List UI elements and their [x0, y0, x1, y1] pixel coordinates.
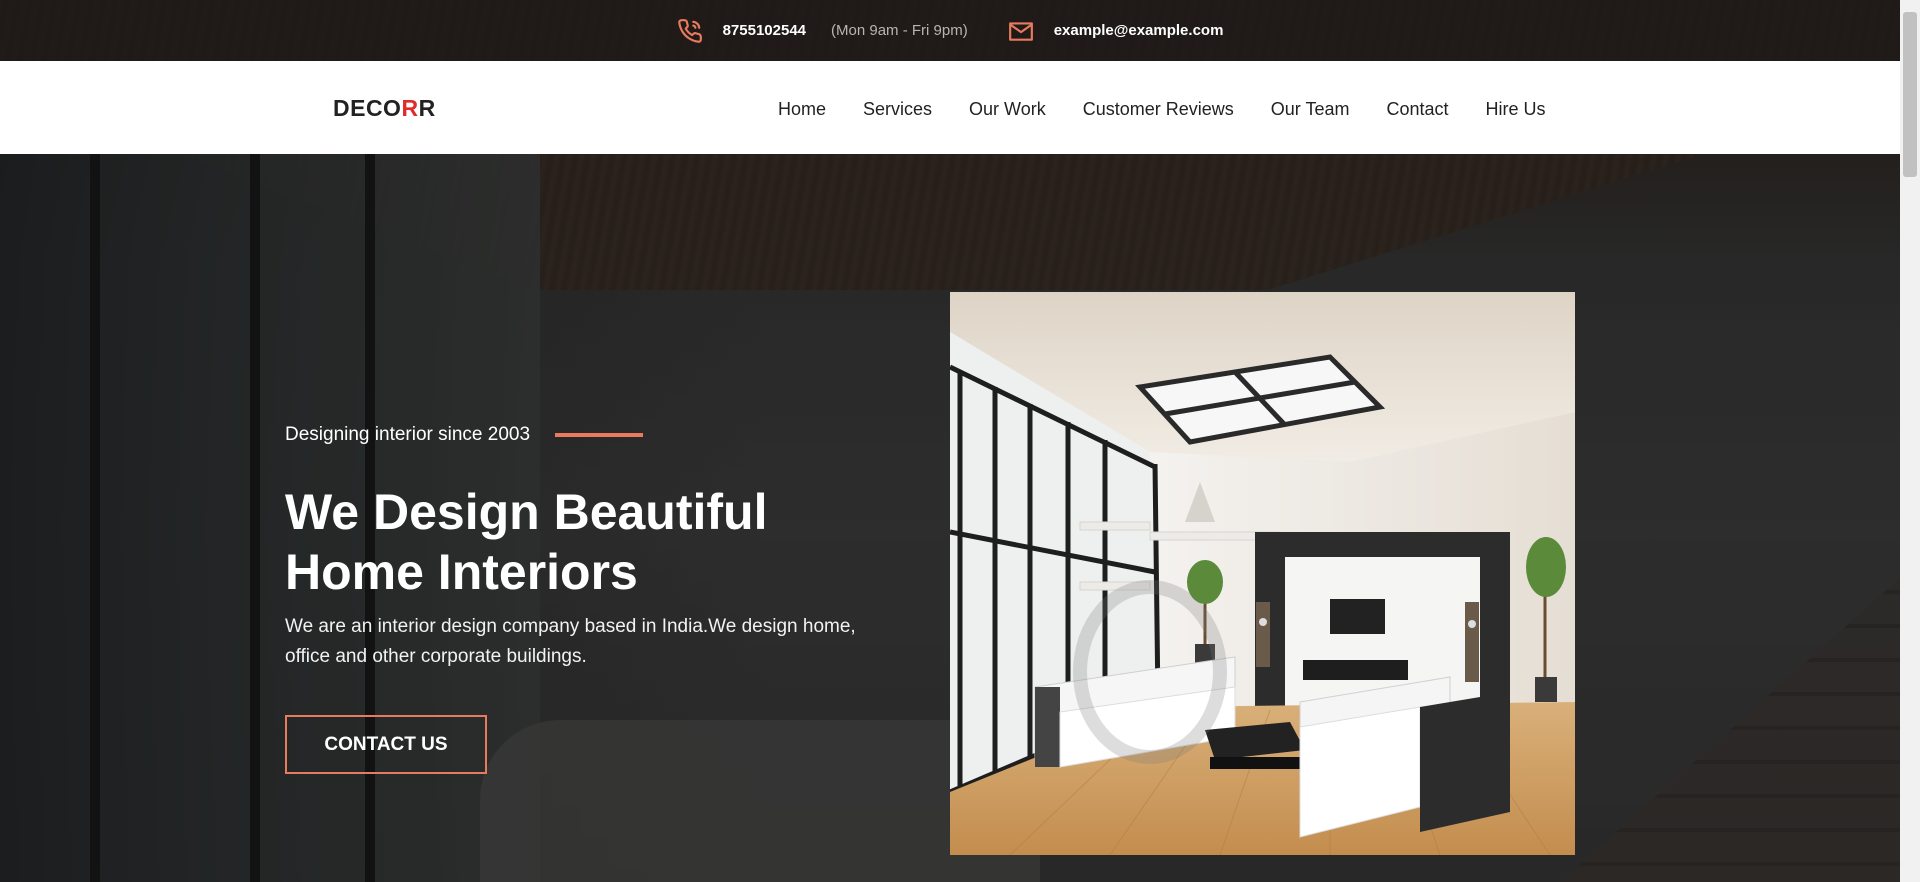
nav-link-services[interactable]: Services: [863, 99, 932, 120]
hero-room-image: [950, 292, 1575, 855]
nav-links: Home Services Our Work Customer Reviews …: [778, 99, 1546, 120]
nav-link-home[interactable]: Home: [778, 99, 826, 120]
email-group: example@example.com: [1008, 18, 1224, 44]
nav-link-our-team[interactable]: Our Team: [1271, 99, 1350, 120]
brand-suffix: R: [418, 95, 436, 121]
email-address[interactable]: example@example.com: [1054, 22, 1224, 39]
living-room-illustration: [950, 292, 1575, 855]
tagline-accent-line: [555, 433, 644, 437]
phone-icon: [677, 18, 703, 44]
nav-link-our-work[interactable]: Our Work: [969, 99, 1046, 120]
mail-icon: [1008, 18, 1034, 44]
main-navbar: DECORR Home Services Our Work Customer R…: [0, 61, 1900, 154]
hero-title: We Design Beautiful Home Interiors: [285, 484, 768, 600]
scrollbar-thumb[interactable]: [1903, 12, 1917, 177]
hero-tagline: Designing interior since 2003: [285, 424, 531, 445]
phone-number[interactable]: 8755102544: [723, 22, 806, 39]
business-hours: (Mon 9am - Fri 9pm): [831, 22, 968, 39]
brand-accent-letter: R: [401, 95, 419, 121]
nav-link-contact[interactable]: Contact: [1386, 99, 1448, 120]
brand-prefix: DECO: [333, 95, 402, 121]
page-scrollbar[interactable]: [1900, 0, 1920, 882]
hero-tagline-row: Designing interior since 2003: [285, 424, 644, 446]
brand-logo[interactable]: DECORR: [333, 95, 436, 122]
nav-link-hire-us[interactable]: Hire Us: [1486, 99, 1546, 120]
phone-group: 8755102544 (Mon 9am - Fri 9pm): [677, 18, 968, 44]
contact-topbar: 8755102544 (Mon 9am - Fri 9pm) example@e…: [0, 0, 1900, 61]
hero-description: We are an interior design company based …: [285, 616, 856, 667]
nav-link-customer-reviews[interactable]: Customer Reviews: [1083, 99, 1234, 120]
contact-us-button[interactable]: CONTACT US: [285, 715, 487, 774]
